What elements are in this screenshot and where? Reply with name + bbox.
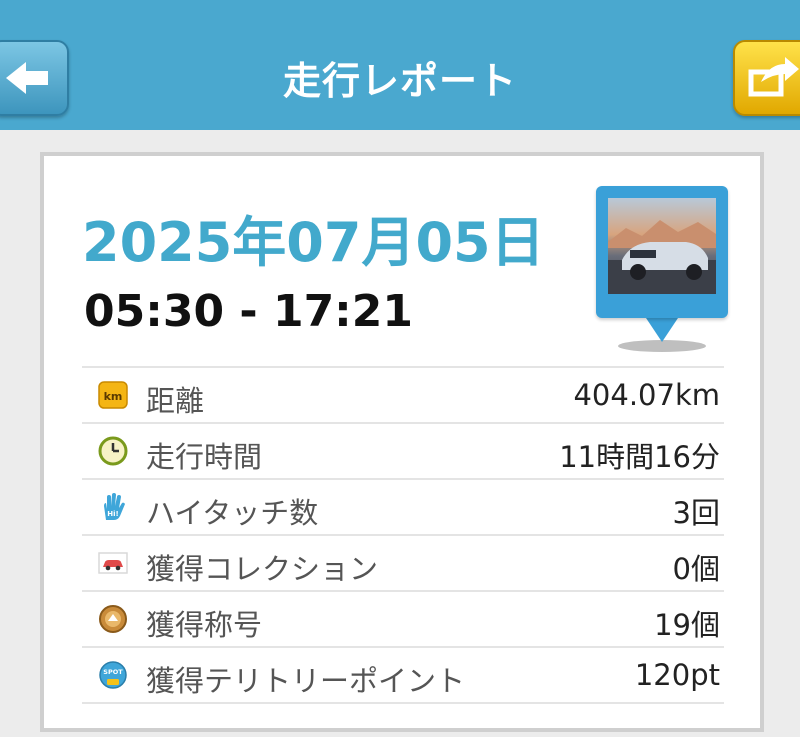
spot-badge-icon: SPOT <box>99 661 127 689</box>
stat-row-territory-points: SPOT 獲得テリトリーポイント 120pt <box>82 648 724 704</box>
collection-car-icon <box>98 552 128 574</box>
title-medal-icon <box>99 605 127 633</box>
stat-value: 120pt <box>634 658 720 692</box>
car-photo <box>608 198 716 294</box>
stat-label: 獲得テリトリーポイント <box>146 664 466 698</box>
share-button[interactable] <box>733 40 800 116</box>
km-badge-icon: km <box>98 381 128 409</box>
stat-label: 距離 <box>146 384 205 418</box>
stat-label: 走行時間 <box>146 440 263 474</box>
share-export-icon <box>748 57 799 97</box>
stat-row-collections: 獲得コレクション 0個 <box>82 536 724 592</box>
stats-list: km 距離 404.07km 走行時間 11時間16分 Hi! ハイタッチ数 3… <box>82 366 724 704</box>
page-title: 走行レポート <box>282 59 517 103</box>
stat-row-high-fives: Hi! ハイタッチ数 3回 <box>82 480 724 536</box>
stat-label: ハイタッチ数 <box>146 496 319 530</box>
stat-row-titles: 獲得称号 19個 <box>82 592 724 648</box>
stat-value: 404.07km <box>573 378 720 412</box>
pin-frame <box>596 186 728 318</box>
stat-row-distance: km 距離 404.07km <box>82 368 724 424</box>
stat-value: 3回 <box>672 496 720 530</box>
car-photo-illustration <box>608 220 716 294</box>
car-photo-pin[interactable] <box>596 186 728 354</box>
stat-value: 19個 <box>654 608 720 642</box>
high-five-hand-icon: Hi! <box>104 493 125 520</box>
report-card: 2025年07月05日 05:30 - 17:21 km 距離 404.07km… <box>40 152 764 732</box>
svg-text:Hi!: Hi! <box>107 510 118 518</box>
stat-value: 0個 <box>672 552 720 586</box>
report-time-range: 05:30 - 17:21 <box>84 286 414 337</box>
report-date: 2025年07月05日 <box>82 211 545 274</box>
stat-label: 獲得称号 <box>146 608 263 642</box>
stat-label: 獲得コレクション <box>146 552 379 586</box>
svg-text:km: km <box>104 390 123 403</box>
svg-text:SPOT: SPOT <box>103 668 123 676</box>
clock-icon <box>98 436 128 466</box>
stat-value: 11時間16分 <box>559 440 720 474</box>
stat-row-drive-time: 走行時間 11時間16分 <box>82 424 724 480</box>
header-bar: 走行レポート <box>0 0 800 130</box>
